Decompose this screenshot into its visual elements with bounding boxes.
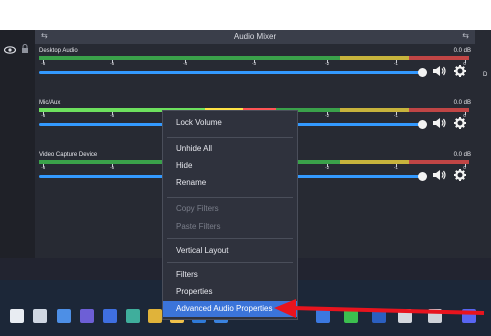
volume-slider-handle[interactable] <box>418 120 427 129</box>
menu-item-hide[interactable]: Hide <box>163 158 297 174</box>
menu-item-paste-filters: Paste Filters <box>176 222 221 231</box>
meter-tick-mark <box>464 112 466 115</box>
gear-icon[interactable] <box>454 117 466 129</box>
menu-item-lock-volume[interactable]: Lock Volume <box>163 115 297 131</box>
red-arrow-annotation <box>274 299 485 318</box>
screen: ⇆ Audio Mixer ⇆ Desktop Audio 0.0 dB -6-… <box>0 0 491 336</box>
menu-item-rename[interactable]: Rename <box>163 175 297 191</box>
teams-icon[interactable] <box>80 309 94 323</box>
meter-tick-mark <box>327 60 329 63</box>
start-icon[interactable] <box>10 309 24 323</box>
mixer-title: Audio Mixer <box>233 32 277 41</box>
sources-dock-strip <box>0 30 35 280</box>
lock-icon[interactable] <box>21 44 29 54</box>
menu-item-unhide-all[interactable]: Unhide All <box>163 141 297 157</box>
volume-slider-handle[interactable] <box>418 68 427 77</box>
top-white-band <box>0 0 491 30</box>
channel-name: Mic/Aux <box>39 100 61 106</box>
channel-name: Desktop Audio <box>39 48 78 54</box>
meter-ticks: -6-5-4-3-2-10 <box>39 60 469 69</box>
chrome-icon[interactable] <box>148 309 162 323</box>
speaker-icon[interactable] <box>432 169 446 181</box>
meter-tick-mark <box>112 164 114 167</box>
meter-tick-mark <box>395 60 397 63</box>
meter-tick-mark <box>185 60 187 63</box>
menu-item-filters[interactable]: Filters <box>163 267 297 283</box>
menu-separator <box>167 137 293 138</box>
meter-tick-mark <box>327 164 329 167</box>
context-menu: Lock Volume Unhide All Hide Rename Copy Filt… <box>162 110 298 320</box>
gear-icon[interactable] <box>454 169 466 181</box>
meter-tick-mark <box>43 112 45 115</box>
speaker-icon[interactable] <box>432 65 446 77</box>
meter-tick-mark <box>254 60 255 63</box>
meter-tick-mark <box>327 112 329 115</box>
meter-tick-mark <box>112 60 114 63</box>
volume-slider-handle[interactable] <box>418 172 427 181</box>
right-panel-label: D <box>483 72 488 78</box>
volume-slider[interactable] <box>39 71 421 74</box>
menu-item-vertical-layout[interactable]: Vertical Layout <box>163 243 297 259</box>
mixer-channel: Desktop Audio 0.0 dB -6 -5 -4 -3 -2 -1 0 <box>35 48 475 98</box>
dock-float-button-right[interactable]: ⇆ <box>462 31 469 40</box>
widgets-icon[interactable] <box>103 309 117 323</box>
meter-tick-mark <box>43 164 45 167</box>
menu-separator <box>167 238 293 239</box>
meter-tick-mark <box>464 60 466 63</box>
meter-tick-mark <box>395 112 397 115</box>
menu-separator <box>167 197 293 198</box>
channel-name: Video Capture Device <box>39 152 98 158</box>
channel-db-readout: 0.0 dB <box>453 100 471 106</box>
gear-icon[interactable] <box>454 65 466 77</box>
menu-item-copy-filters: Copy Filters <box>176 204 219 213</box>
edge-icon[interactable] <box>126 309 140 323</box>
task-view-icon[interactable] <box>57 309 71 323</box>
right-dock-strip: D <box>475 30 491 280</box>
meter-tick-mark <box>112 112 114 115</box>
search-icon[interactable] <box>33 309 47 323</box>
channel-db-readout: 0.0 dB <box>453 152 471 158</box>
speaker-icon[interactable] <box>432 117 446 129</box>
meter-tick-mark <box>43 60 45 63</box>
eye-icon[interactable] <box>4 46 16 54</box>
channel-db-readout: 0.0 dB <box>453 48 471 54</box>
menu-separator <box>167 262 293 263</box>
meter-tick-mark <box>395 164 397 167</box>
mixer-header: ⇆ Audio Mixer ⇆ <box>35 30 475 44</box>
meter-tick-mark <box>464 164 466 167</box>
